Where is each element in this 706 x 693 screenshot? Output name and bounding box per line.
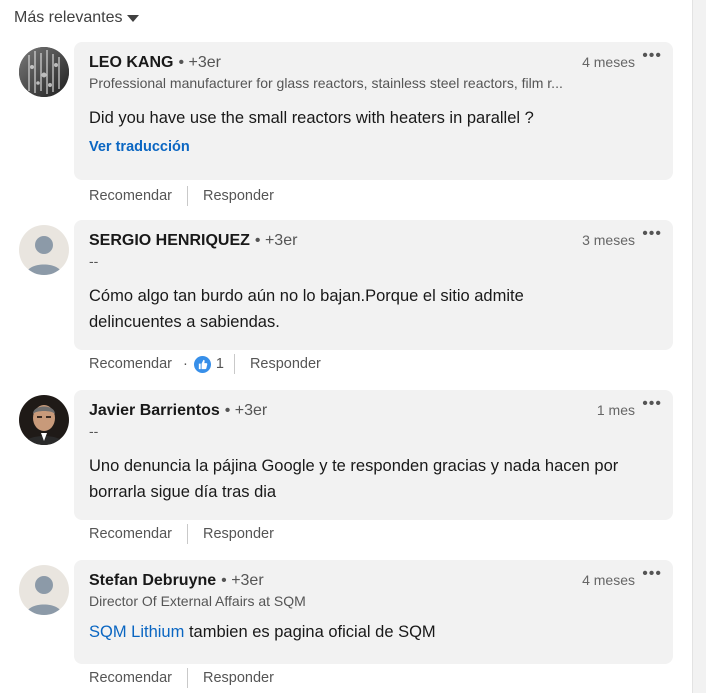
divider — [187, 186, 189, 206]
comment-actions: Recomendar Responder — [89, 186, 274, 206]
like-button[interactable]: Recomendar — [89, 188, 172, 204]
comment-time: 4 meses — [582, 54, 635, 70]
comment-actions: Recomendar Responder — [89, 668, 274, 688]
reaction-summary[interactable]: · 1 — [178, 355, 224, 373]
more-options-icon[interactable]: ••• — [642, 395, 662, 413]
reply-button[interactable]: Responder — [203, 670, 274, 686]
sort-dropdown[interactable]: Más relevantes — [14, 9, 139, 27]
reply-button[interactable]: Responder — [250, 356, 321, 372]
avatar[interactable] — [19, 395, 69, 445]
like-button[interactable]: Recomendar — [89, 526, 172, 542]
scrollbar[interactable] — [692, 0, 706, 693]
reply-button[interactable]: Responder — [203, 526, 274, 542]
comment-time: 1 mes — [596, 402, 635, 418]
comment-actions: Recomendar Responder — [89, 524, 274, 544]
thumbs-up-icon — [193, 355, 211, 373]
commenter-headline: Director Of External Affairs at SQM — [89, 593, 306, 609]
avatar[interactable] — [19, 225, 69, 275]
reply-button[interactable]: Responder — [203, 188, 274, 204]
avatar[interactable] — [19, 565, 69, 615]
commenter-headline: -- — [89, 253, 99, 269]
comment-time: 4 meses — [582, 572, 635, 588]
caret-down-icon — [126, 15, 139, 22]
connection-degree: • +3er — [221, 572, 264, 589]
comment-bubble: Javier Barrientos • +3er 1 mes ••• -- Un… — [74, 390, 673, 520]
see-translation-link[interactable]: Ver traducción — [89, 139, 658, 155]
more-options-icon[interactable]: ••• — [642, 47, 662, 65]
commenter-name[interactable]: LEO KANG — [89, 54, 173, 72]
comment-text: Cómo algo tan burdo aún no lo bajan.Porq… — [89, 287, 524, 331]
comment-text: SQM Lithium tambien es pagina oficial de… — [89, 619, 658, 645]
comment-text: Uno denuncia la pájina Google y te respo… — [89, 457, 619, 501]
commenter-headline: -- — [89, 423, 99, 439]
connection-degree: • +3er — [254, 232, 298, 249]
mention-link[interactable]: SQM Lithium — [89, 623, 184, 641]
comment-bubble: Stefan Debruyne • +3er 4 meses ••• Direc… — [74, 560, 673, 664]
comment-text: Did you have use the small reactors with… — [89, 109, 534, 127]
comment-time: 3 meses — [582, 232, 635, 248]
comment-text-rest: tambien es pagina oficial de SQM — [184, 623, 436, 641]
divider — [187, 668, 189, 688]
connection-degree: • +3er — [224, 402, 268, 419]
commenter-headline: Professional manufacturer for glass reac… — [89, 75, 563, 91]
more-options-icon[interactable]: ••• — [642, 225, 662, 243]
comment-actions: Recomendar · 1 Responder — [89, 354, 321, 374]
reaction-count: 1 — [215, 356, 224, 372]
more-options-icon[interactable]: ••• — [642, 565, 662, 583]
divider — [233, 354, 235, 374]
commenter-name[interactable]: Stefan Debruyne — [89, 572, 216, 590]
connection-degree: • +3er — [178, 54, 221, 71]
like-button[interactable]: Recomendar — [89, 356, 172, 372]
divider — [187, 524, 189, 544]
comment-bubble: LEO KANG • +3er 4 meses ••• Professional… — [74, 42, 673, 180]
sort-label: Más relevantes — [14, 9, 123, 26]
commenter-name[interactable]: SERGIO HENRIQUEZ — [89, 232, 250, 250]
dot-separator: · — [183, 356, 188, 372]
comment-bubble: SERGIO HENRIQUEZ • +3er 3 meses ••• -- C… — [74, 220, 673, 350]
avatar[interactable] — [19, 47, 69, 97]
like-button[interactable]: Recomendar — [89, 670, 172, 686]
commenter-name[interactable]: Javier Barrientos — [89, 402, 220, 420]
